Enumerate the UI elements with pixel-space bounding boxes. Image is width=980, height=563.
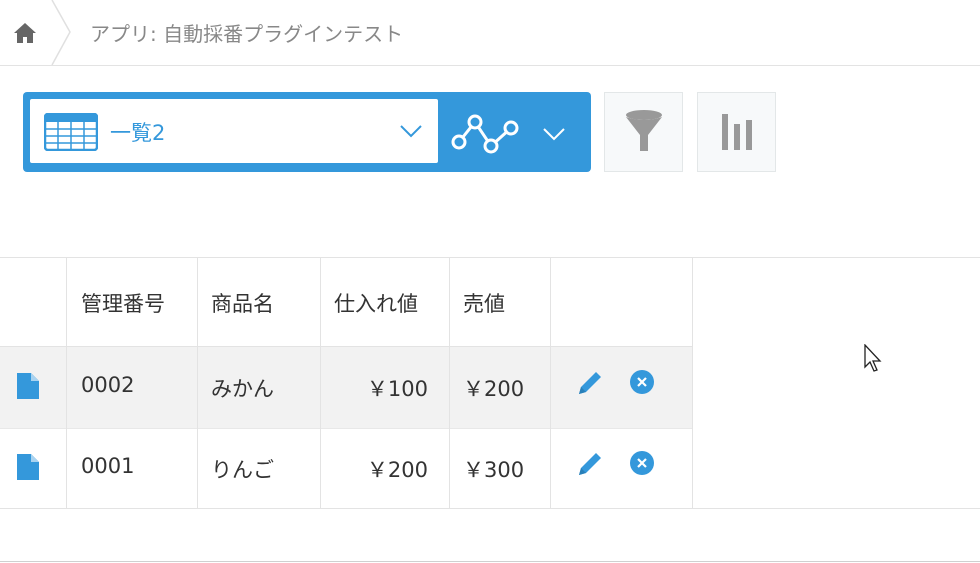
- cell-price: ￥200: [463, 377, 525, 401]
- graph-icon[interactable]: [451, 106, 521, 158]
- graph-chevron-down-icon[interactable]: [541, 126, 567, 142]
- mouse-cursor-icon: [864, 344, 882, 372]
- breadcrumb-separator: [51, 0, 71, 65]
- home-button[interactable]: [0, 0, 50, 65]
- column-header-name[interactable]: 商品名: [211, 288, 274, 318]
- table-border: [0, 257, 980, 258]
- cell-cost: ￥100: [366, 377, 428, 401]
- column-header-id[interactable]: 管理番号: [81, 288, 165, 318]
- edit-icon[interactable]: [575, 368, 605, 398]
- delete-icon[interactable]: [629, 450, 655, 476]
- column-divider: [320, 258, 321, 508]
- column-divider: [550, 258, 551, 508]
- delete-icon[interactable]: [629, 369, 655, 395]
- record-detail-icon[interactable]: [17, 454, 39, 480]
- graph-report-button[interactable]: [697, 92, 776, 172]
- breadcrumb: アプリ: 自動採番プラグインテスト: [0, 0, 980, 66]
- column-divider: [197, 258, 198, 508]
- header-row-divider: [0, 346, 692, 347]
- column-divider: [692, 258, 693, 508]
- column-header-price[interactable]: 売値: [463, 288, 505, 318]
- filter-icon: [625, 110, 662, 151]
- view-selector-bar: 一覧2: [23, 92, 591, 172]
- column-header-cost[interactable]: 仕入れ値: [334, 288, 418, 318]
- cell-name: りんご: [211, 458, 274, 482]
- cell-price: ￥300: [463, 458, 525, 482]
- column-divider: [449, 258, 450, 508]
- column-divider: [66, 258, 67, 508]
- home-icon: [14, 22, 36, 43]
- table-view-icon: [44, 113, 98, 151]
- breadcrumb-app-link[interactable]: アプリ: 自動採番プラグインテスト: [90, 18, 403, 47]
- view-name-label: 一覧2: [110, 121, 166, 145]
- record-detail-icon[interactable]: [17, 373, 39, 399]
- edit-icon[interactable]: [575, 449, 605, 479]
- cell-id: 0001: [81, 454, 135, 478]
- view-select-dropdown[interactable]: 一覧2: [30, 99, 438, 163]
- table-border: [0, 508, 980, 509]
- bar-chart-icon: [721, 114, 752, 150]
- cell-cost: ￥200: [366, 458, 428, 482]
- cell-name: みかん: [211, 377, 274, 401]
- cell-id: 0002: [81, 373, 135, 397]
- filter-button[interactable]: [604, 92, 683, 172]
- chevron-down-icon: [400, 125, 422, 138]
- page-divider: [0, 561, 980, 562]
